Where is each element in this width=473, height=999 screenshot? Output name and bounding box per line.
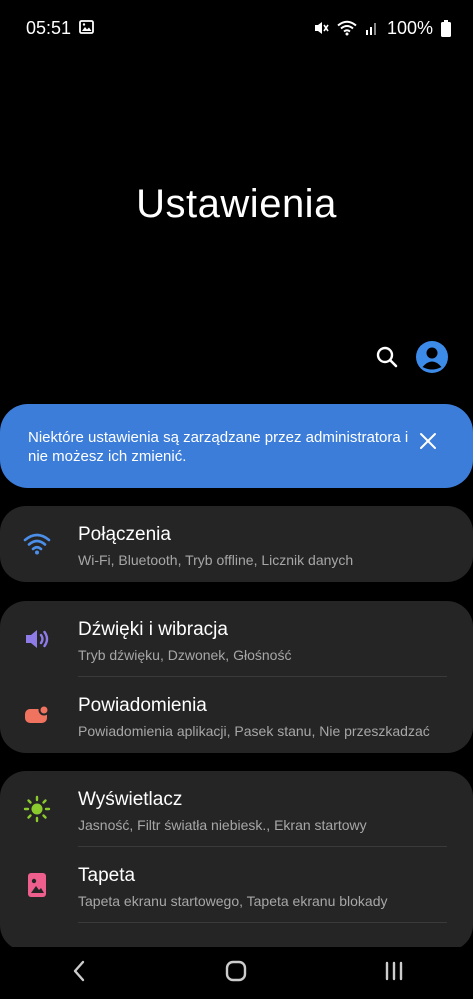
settings-item-notifications[interactable]: Powiadomienia Powiadomienia aplikacji, P… — [0, 677, 473, 753]
volume-icon — [22, 624, 52, 654]
navigation-bar — [0, 947, 473, 999]
back-button[interactable] — [49, 953, 109, 993]
settings-item-connections[interactable]: Połączenia Wi-Fi, Bluetooth, Tryb offlin… — [0, 506, 473, 582]
settings-item-wallpaper[interactable]: Tapeta Tapeta ekranu startowego, Tapeta … — [0, 847, 473, 923]
profile-button[interactable] — [415, 340, 449, 379]
back-icon — [72, 960, 86, 987]
status-bar: 05:51 100% — [0, 0, 473, 56]
recents-icon — [384, 961, 404, 986]
admin-banner: Niektóre ustawienia są zarządzane przez … — [0, 404, 473, 488]
close-icon — [419, 433, 437, 454]
search-icon — [375, 345, 399, 374]
settings-item-subtitle: Wi-Fi, Bluetooth, Tryb offline, Licznik … — [78, 552, 354, 568]
notification-icon — [22, 700, 52, 730]
page-title: Ustawienia — [136, 182, 337, 226]
recents-button[interactable] — [364, 953, 424, 993]
gallery-notification-icon — [79, 18, 94, 39]
signal-icon — [365, 20, 379, 36]
divider — [78, 922, 447, 923]
toolbar — [375, 340, 449, 379]
account-icon — [415, 340, 449, 379]
brightness-icon — [22, 794, 52, 824]
settings-screen: 05:51 100% Ustawienia Niektóre ustawieni… — [0, 0, 473, 999]
wifi-icon — [22, 529, 52, 559]
settings-item-title: Wyświetlacz — [78, 789, 183, 810]
mute-icon — [313, 20, 329, 36]
settings-group-connections: Połączenia Wi-Fi, Bluetooth, Tryb offlin… — [0, 506, 473, 582]
search-button[interactable] — [375, 345, 399, 374]
settings-item-subtitle: Tryb dźwięku, Dzwonek, Głośność — [78, 647, 292, 663]
settings-item-title: Dźwięki i wibracja — [78, 619, 228, 640]
banner-close-button[interactable] — [419, 432, 437, 455]
home-icon — [225, 960, 247, 987]
status-time: 05:51 — [26, 17, 72, 38]
settings-item-subtitle: Powiadomienia aplikacji, Pasek stanu, Ni… — [78, 723, 430, 739]
settings-item-sounds[interactable]: Dźwięki i wibracja Tryb dźwięku, Dzwonek… — [0, 601, 473, 677]
battery-level: 100% — [386, 17, 433, 38]
settings-item-subtitle: Tapeta ekranu startowego, Tapeta ekranu … — [78, 893, 388, 909]
home-button[interactable] — [206, 953, 266, 993]
admin-banner-text: Niektóre ustawienia są zarządzane przez … — [28, 429, 409, 465]
settings-item-title: Powiadomienia — [78, 695, 207, 716]
settings-group-display: Wyświetlacz Jasność, Filtr światła niebi… — [0, 771, 473, 951]
settings-item-display[interactable]: Wyświetlacz Jasność, Filtr światła niebi… — [0, 771, 473, 847]
settings-item-subtitle: Jasność, Filtr światła niebiesk., Ekran … — [78, 817, 367, 833]
wifi-icon — [337, 20, 357, 36]
settings-item-title: Tapeta — [78, 865, 136, 886]
wallpaper-icon — [22, 870, 52, 900]
settings-group-sound-notifications: Dźwięki i wibracja Tryb dźwięku, Dzwonek… — [0, 601, 473, 753]
settings-item-title: Połączenia — [78, 524, 171, 545]
battery-icon — [441, 19, 451, 37]
